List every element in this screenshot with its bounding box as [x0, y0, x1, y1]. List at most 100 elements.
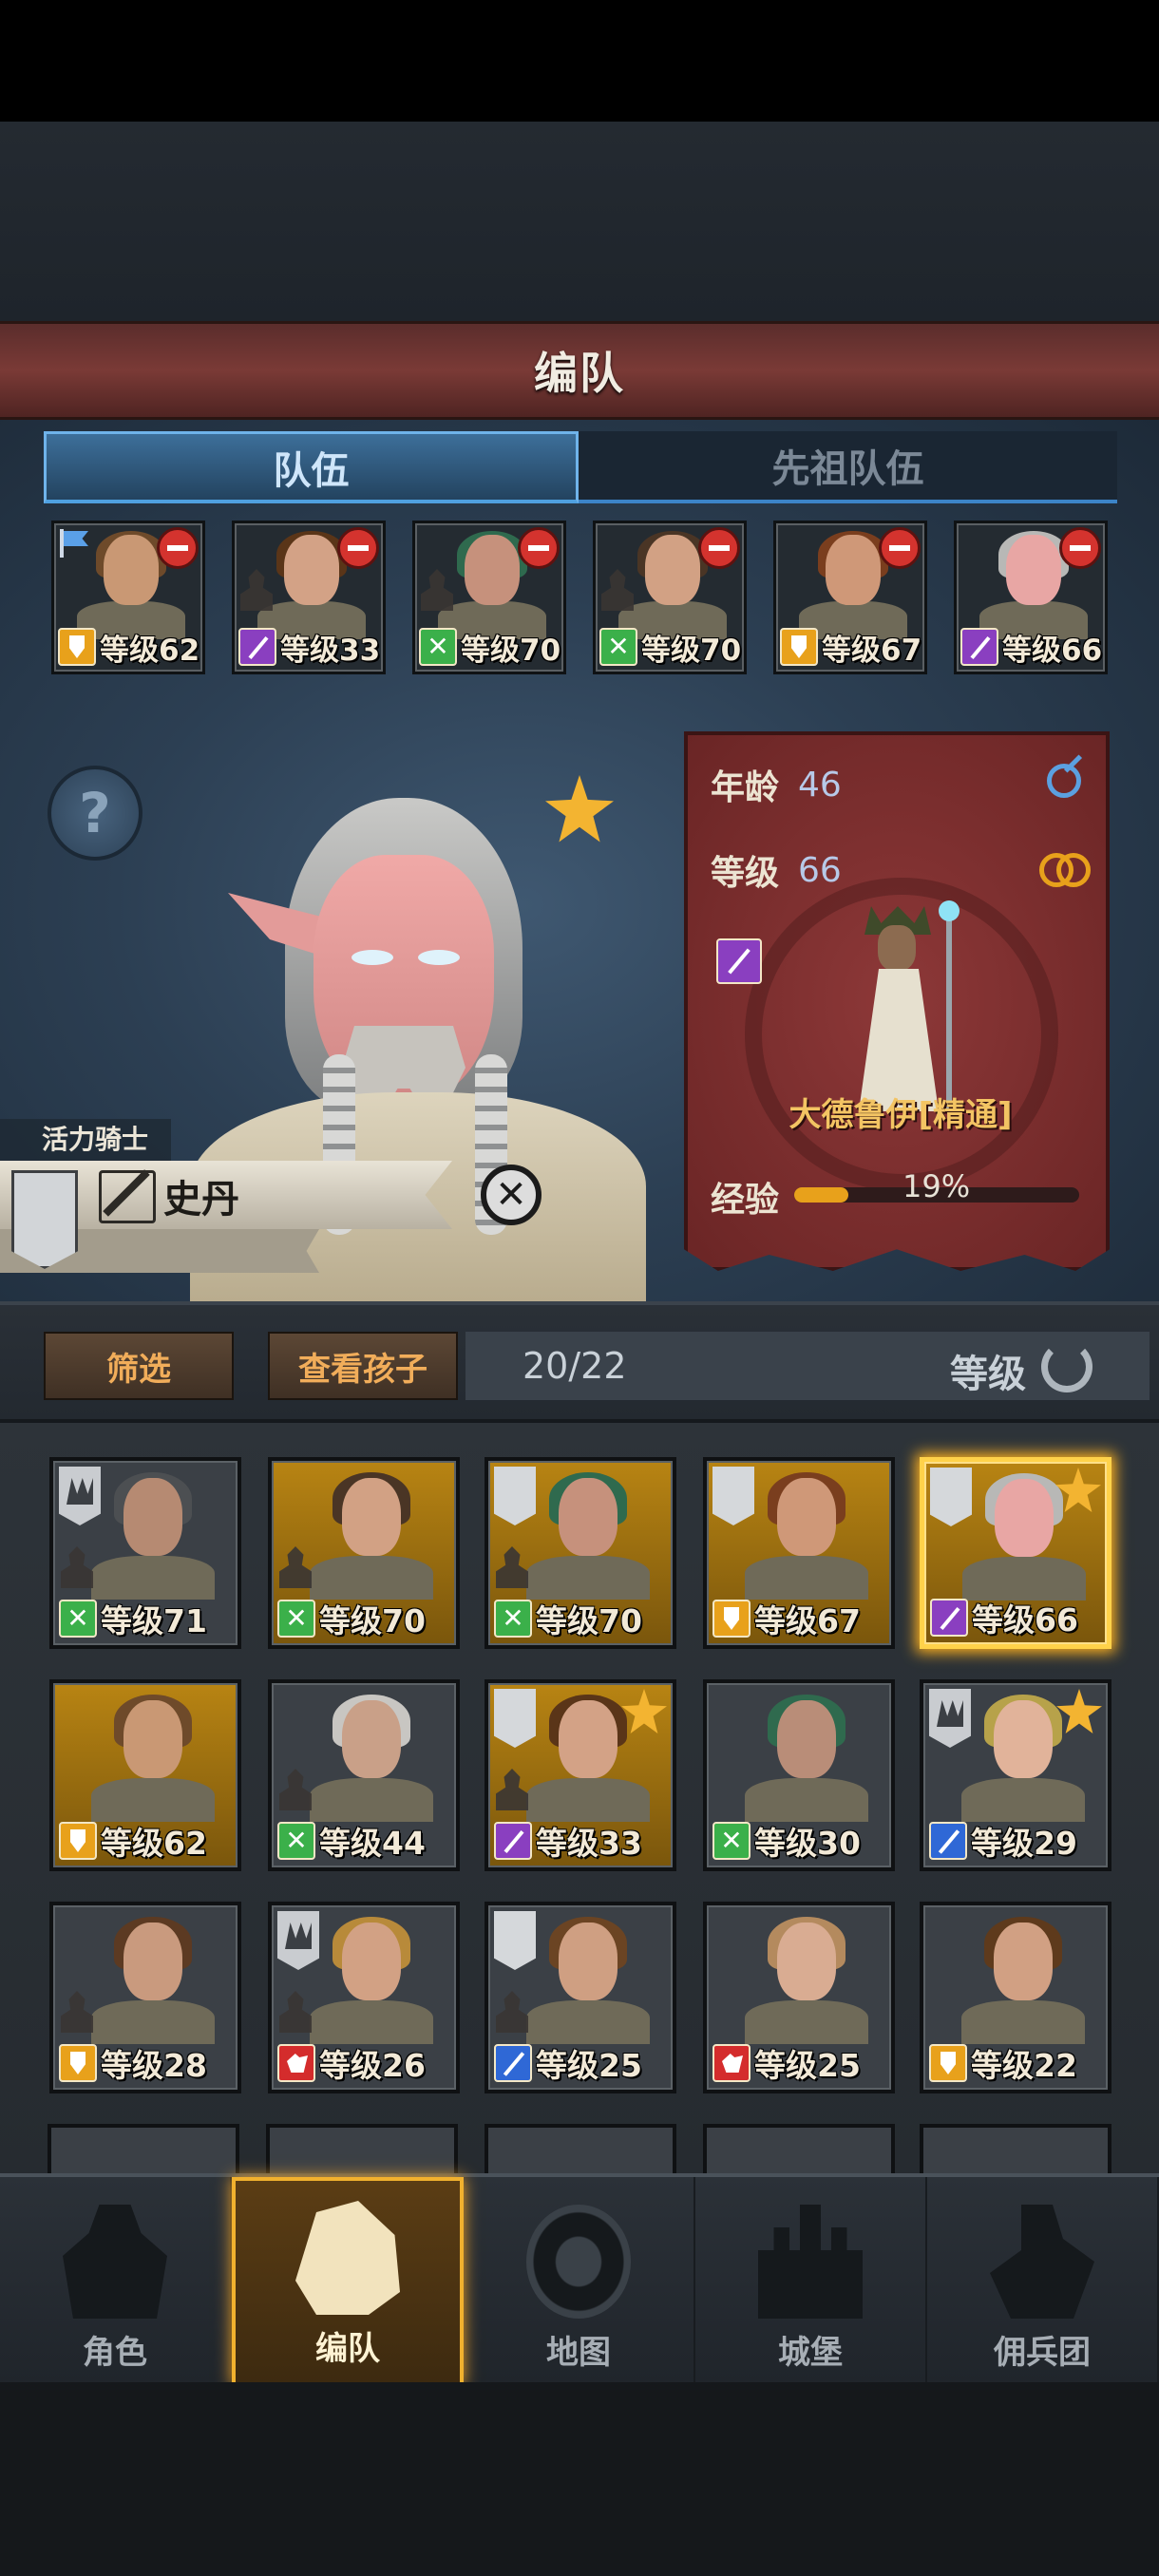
roster-card[interactable]: 等级70: [268, 1457, 460, 1649]
banner-icon[interactable]: [11, 1170, 78, 1269]
level-text: 等级67: [822, 633, 922, 668]
close-icon[interactable]: ✕: [481, 1165, 542, 1225]
system-nav-area: [0, 2382, 1159, 2576]
filter-button[interactable]: 筛选: [44, 1332, 234, 1400]
bow-class-icon: [277, 1600, 315, 1638]
level-text: 等级71: [101, 1602, 207, 1639]
remove-icon[interactable]: [879, 527, 921, 569]
roster-card[interactable]: 等级25: [703, 1902, 895, 2093]
level-badge: 等级67: [780, 626, 922, 668]
exp-percent: 19%: [902, 1168, 971, 1204]
party-slot[interactable]: 等级67: [773, 521, 927, 674]
roster-card[interactable]: 等级29: [920, 1679, 1112, 1871]
list-item[interactable]: [484, 2124, 676, 2173]
tab-ancestor-team[interactable]: 先祖队伍: [579, 431, 1117, 503]
page-title: 编队: [534, 348, 625, 399]
remove-icon[interactable]: [1059, 527, 1101, 569]
nav-label: 城堡: [778, 2334, 843, 2372]
shield-class-icon: [780, 628, 818, 666]
roster-card[interactable]: 等级26: [268, 1902, 460, 2093]
remove-icon[interactable]: [157, 527, 199, 569]
level-badge: 等级66: [930, 1597, 1078, 1638]
level-text: 等级22: [971, 2047, 1077, 2084]
nav-item-merc[interactable]: 佣兵团: [927, 2177, 1159, 2386]
sort-button[interactable]: 等级: [950, 1343, 1026, 1398]
level-badge: 等级29: [929, 1820, 1077, 1862]
bow-class-icon: [59, 1600, 97, 1638]
help-button[interactable]: ?: [48, 766, 142, 861]
shield-class-icon: [59, 2044, 97, 2082]
edit-icon[interactable]: [99, 1170, 156, 1223]
sword-class-icon: [494, 2044, 532, 2082]
male-icon: [1047, 764, 1081, 798]
roster-card[interactable]: 等级30: [703, 1679, 895, 1871]
roster-card[interactable]: 等级33: [484, 1679, 676, 1871]
character-portrait: [733, 1917, 876, 2044]
level-badge: 等级70: [494, 1598, 642, 1639]
level-badge: 等级30: [712, 1820, 861, 1862]
level-badge: 等级26: [277, 2042, 426, 2084]
tab-team[interactable]: 队伍: [44, 431, 579, 503]
level-text: 等级67: [754, 1602, 861, 1639]
roster-card[interactable]: 等级44: [268, 1679, 460, 1871]
roster-card[interactable]: 等级25: [484, 1902, 676, 2093]
roster-card[interactable]: 等级71: [49, 1457, 241, 1649]
character-portrait: [733, 1695, 876, 1822]
level-text: 等级62: [100, 633, 200, 668]
shield-class-icon: [59, 1822, 97, 1860]
nav-item-compass[interactable]: 地图: [464, 2177, 695, 2386]
staff-class-icon[interactable]: [716, 938, 762, 984]
character-portrait: [80, 1917, 222, 2044]
nav-item-helmet[interactable]: 编队: [232, 2177, 464, 2386]
view-children-button[interactable]: 查看孩子: [268, 1332, 458, 1400]
name-plate: 史丹: [0, 1161, 452, 1273]
level-badge: 等级67: [712, 1598, 861, 1639]
level-text: 等级30: [754, 1825, 861, 1862]
level-badge: 等级71: [59, 1598, 207, 1639]
party-slot[interactable]: 等级70: [593, 521, 747, 674]
party-slot[interactable]: 等级70: [412, 521, 566, 674]
status-bar-area: [0, 0, 1159, 122]
knight-icon: [63, 2205, 167, 2319]
list-item[interactable]: [703, 2124, 895, 2173]
banner-icon: [494, 1911, 536, 1970]
level-text: 等级25: [536, 2047, 642, 2084]
list-item[interactable]: [920, 2124, 1112, 2173]
question-icon: ?: [79, 781, 111, 845]
level-badge: 等级70: [599, 626, 741, 668]
roster-card[interactable]: 等级70: [484, 1457, 676, 1649]
level-text: 等级66: [972, 1601, 1078, 1638]
banner-icon: [712, 1467, 754, 1525]
roster-card[interactable]: 等级28: [49, 1902, 241, 2093]
age-row: 年龄 46: [711, 760, 842, 809]
roster-count: 20/22: [522, 1345, 627, 1387]
roster-card[interactable]: 等级22: [920, 1902, 1112, 2093]
remove-icon[interactable]: [518, 527, 560, 569]
party-slot[interactable]: 等级62: [51, 521, 205, 674]
level-text: 等级25: [754, 2047, 861, 2084]
list-item[interactable]: [48, 2124, 239, 2173]
title-bar: 编队: [0, 321, 1159, 420]
remove-icon[interactable]: [698, 527, 740, 569]
roster-card[interactable]: 等级67: [703, 1457, 895, 1649]
party-slot[interactable]: 等级33: [232, 521, 386, 674]
nav-label: 编队: [315, 2330, 380, 2368]
dynasty-banner-icon: [59, 1467, 101, 1525]
roster-card[interactable]: 等级66: [920, 1457, 1112, 1649]
remove-icon[interactable]: [337, 527, 379, 569]
party-slot[interactable]: 等级66: [954, 521, 1108, 674]
level-row: 等级 66: [711, 845, 842, 895]
rings-icon[interactable]: [1039, 849, 1091, 887]
level-badge: 等级70: [277, 1598, 426, 1639]
nav-label: 佣兵团: [994, 2334, 1091, 2372]
flag-icon: [60, 529, 92, 558]
nav-item-castle[interactable]: 城堡: [695, 2177, 927, 2386]
list-item[interactable]: [266, 2124, 458, 2173]
roster-card[interactable]: 等级62: [49, 1679, 241, 1871]
level-badge: 等级33: [494, 1820, 642, 1862]
refresh-icon[interactable]: [1041, 1341, 1092, 1392]
nav-item-knight[interactable]: 角色: [0, 2177, 232, 2386]
level-text: 等级70: [461, 633, 561, 668]
age-label: 年龄: [711, 768, 780, 807]
banner-icon: [494, 1467, 536, 1525]
